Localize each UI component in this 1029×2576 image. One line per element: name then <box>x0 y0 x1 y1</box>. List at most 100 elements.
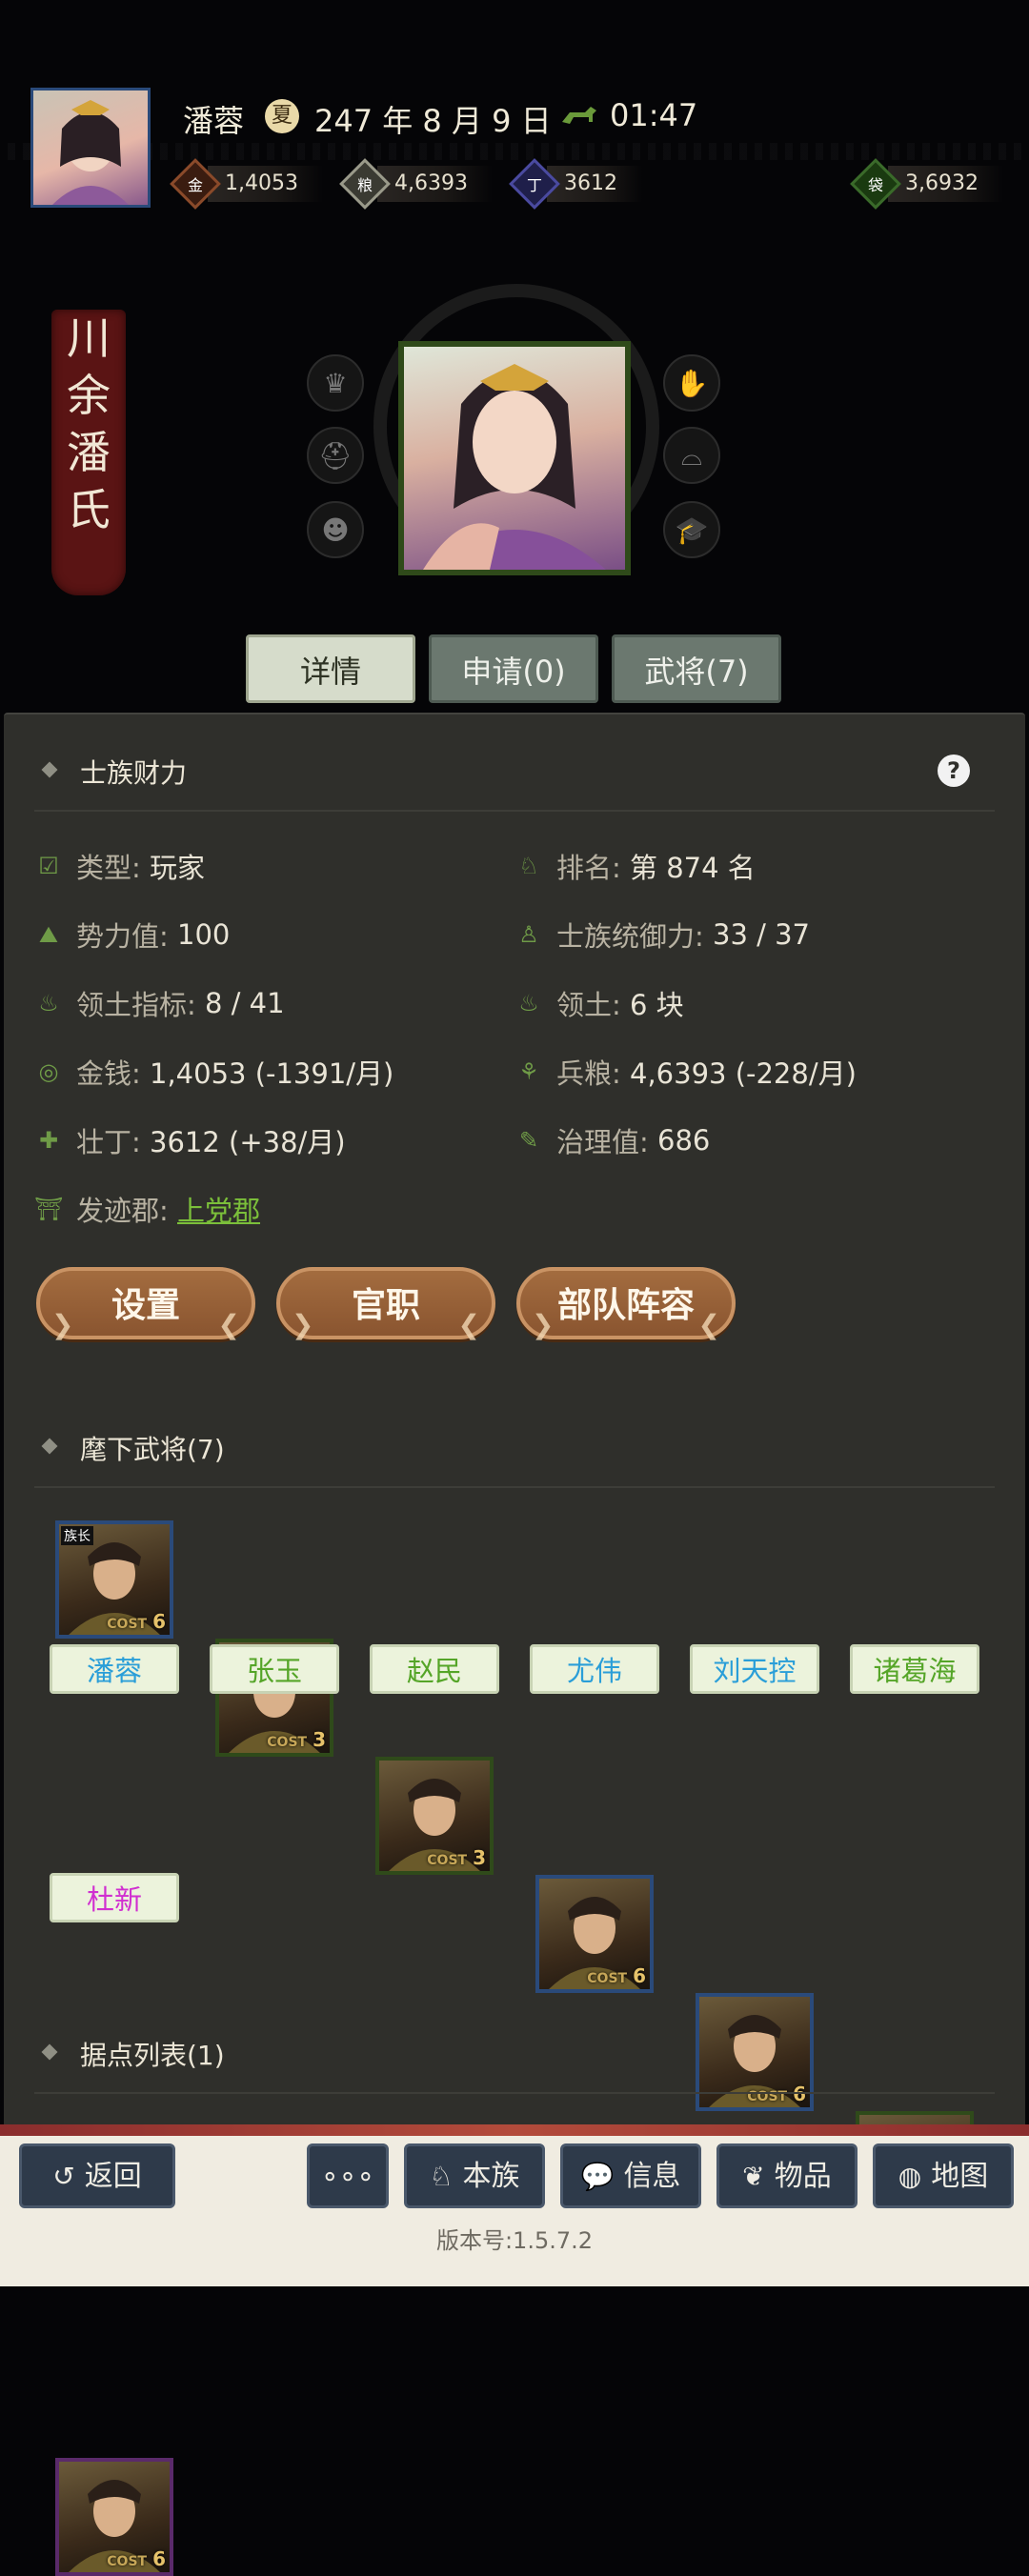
stat-label: 领土: <box>556 989 621 1021</box>
stat-value: 1,4053 (-1391/月) <box>150 1057 394 1090</box>
stat-value: 100 <box>177 918 231 951</box>
person-icon: ♙ <box>518 921 539 948</box>
cost-badge: COST 6 <box>747 2083 806 2105</box>
hand-coin-icon[interactable]: ✋ <box>663 354 720 412</box>
strong-man-stat-icon: ✚ <box>38 1127 59 1154</box>
general-name[interactable]: 诸葛海 <box>850 1644 979 1694</box>
crown-icon[interactable]: ♛ <box>307 354 364 412</box>
player-avatar[interactable] <box>30 88 151 208</box>
strongholds-section-title: 据点列表(1) <box>80 2040 225 2071</box>
chevron-right-icon: ❯ <box>532 1309 555 1340</box>
territory-icon: ♨ <box>38 990 59 1016</box>
grain-resource[interactable]: 粮 4,6393 <box>339 158 493 210</box>
map-nav-button[interactable]: ◍ 地图 <box>873 2143 1014 2208</box>
info-nav-label: 信息 <box>623 2160 681 2193</box>
stat-value: 4,6393 (-228/月) <box>630 1057 857 1090</box>
origin-link[interactable]: 上党郡 <box>177 1189 260 1229</box>
general-name[interactable]: 杜新 <box>50 1873 179 1922</box>
chevron-right-icon: ❯ <box>51 1309 74 1340</box>
stat-territory: ♨ 领土: 6 块 <box>514 983 684 1023</box>
banner-char-2: 余 <box>67 370 111 421</box>
general-portrait[interactable]: COST3 <box>375 1757 494 1875</box>
horse-icon <box>560 105 598 128</box>
version-text: 版本号:1.5.7.2 <box>435 2227 594 2254</box>
portrait-image <box>423 364 606 570</box>
general-name[interactable]: 尤伟 <box>530 1644 659 1694</box>
main-portrait[interactable] <box>398 341 631 575</box>
tab-applications[interactable]: 申请(0) <box>429 634 598 703</box>
map-nav-label: 地图 <box>931 2160 989 2193</box>
cost-badge: COST3 <box>427 1846 486 1869</box>
banner-char-1: 川 <box>67 312 111 364</box>
game-date: 247 年 8 月 9 日 <box>314 103 552 139</box>
stat-label: 领土指标: <box>76 989 196 1021</box>
settings-label: 设置 <box>111 1286 180 1325</box>
stat-label: 壮丁: <box>76 1126 141 1158</box>
back-label: 返回 <box>84 2160 142 2193</box>
grain-stat-icon: ⚘ <box>518 1058 539 1085</box>
general-name[interactable]: 刘天控 <box>690 1644 819 1694</box>
leader-badge: 族长 <box>61 1526 93 1545</box>
office-button[interactable]: ❯ 官职 ❮ <box>276 1267 495 1340</box>
wealth-section-title: 士族财力 <box>80 757 188 789</box>
clan-nav-button[interactable]: ♘ 本族 <box>404 2143 545 2208</box>
stat-power: ⛰ 势力值: 100 <box>34 915 230 955</box>
bottom-nav-border <box>0 2124 1029 2136</box>
helmet-icon[interactable]: ⛑ <box>307 427 364 484</box>
avatar-portrait <box>52 100 129 205</box>
official-hat-icon[interactable]: ⌓ <box>663 427 720 484</box>
stat-value: 玩家 <box>150 852 206 884</box>
general-portrait[interactable]: COST 6 <box>535 1875 654 1993</box>
rank-icon: ♘ <box>518 853 539 879</box>
section-divider <box>34 810 995 812</box>
strong-man-resource[interactable]: 丁 3612 <box>509 158 642 210</box>
game-time: 01:47 <box>610 97 698 133</box>
stat-rank: ♘ 排名: 第 874 名 <box>514 846 756 886</box>
chevron-right-icon: ❯ <box>292 1309 314 1340</box>
money-resource[interactable]: 金 1,4053 <box>170 158 323 210</box>
season-icon: 夏 <box>265 99 299 133</box>
stat-value: 686 <box>657 1124 711 1157</box>
section-divider <box>34 2092 995 2094</box>
coins-icon: ◎ <box>38 1058 59 1085</box>
general-portrait[interactable]: 族长 COST 6 <box>55 1520 173 1639</box>
gate-icon: ⛩ <box>34 1196 64 1222</box>
back-arrow-icon: ↺ <box>52 2161 75 2192</box>
stat-label: 士族统御力: <box>556 920 704 953</box>
scholar-cap-icon[interactable]: 🎓 <box>663 501 720 558</box>
more-button[interactable]: ∘∘∘ <box>307 2143 389 2208</box>
money-value: 1,4053 <box>208 166 323 202</box>
stat-type: ☑ 类型: 玩家 <box>34 846 205 886</box>
stat-value: 33 / 37 <box>713 918 811 951</box>
stat-territory-index: ♨ 领土指标: 8 / 41 <box>34 983 284 1023</box>
items-nav-button[interactable]: ❦ 物品 <box>716 2143 858 2208</box>
stat-governance: ✎ 治理值: 686 <box>514 1120 710 1160</box>
globe-icon: ◍ <box>898 2161 922 2192</box>
tab-details[interactable]: 详情 <box>246 634 415 703</box>
info-nav-button[interactable]: 💬 信息 <box>560 2143 701 2208</box>
general-name[interactable]: 赵民 <box>370 1644 499 1694</box>
banner-char-3: 潘 <box>67 427 111 478</box>
clan-banner: 川 余 潘 氏 <box>51 310 126 595</box>
chevron-left-icon: ❮ <box>457 1309 480 1340</box>
chat-bubble-icon: 💬 <box>580 2161 615 2192</box>
back-button[interactable]: ↺ 返回 <box>19 2143 175 2208</box>
calendar-check-icon: ☑ <box>38 853 59 879</box>
general-name[interactable]: 潘蓉 <box>50 1644 179 1694</box>
stat-label: 排名: <box>556 852 621 884</box>
general-name[interactable]: 张玉 <box>210 1644 339 1694</box>
troops-button[interactable]: ❯ 部队阵容 ❮ <box>516 1267 736 1340</box>
bag-value: 3,6932 <box>888 166 1003 202</box>
general-portrait[interactable]: COST 6 <box>55 2458 173 2576</box>
cost-badge: COST 6 <box>107 2547 166 2570</box>
stat-men: ✚ 壮丁: 3612 (+38/月) <box>34 1120 346 1160</box>
help-icon[interactable]: ? <box>938 755 970 787</box>
mask-icon[interactable]: ☻ <box>307 501 364 558</box>
items-nav-label: 物品 <box>774 2160 832 2193</box>
bag-resource[interactable]: 袋 3,6932 <box>850 158 1003 210</box>
tab-generals[interactable]: 武将(7) <box>612 634 781 703</box>
settings-button[interactable]: ❯ 设置 ❮ <box>36 1267 255 1340</box>
stat-grain: ⚘ 兵粮: 4,6393 (-228/月) <box>514 1052 857 1092</box>
stat-label: 金钱: <box>76 1057 141 1090</box>
stat-value: 6 块 <box>630 989 684 1021</box>
